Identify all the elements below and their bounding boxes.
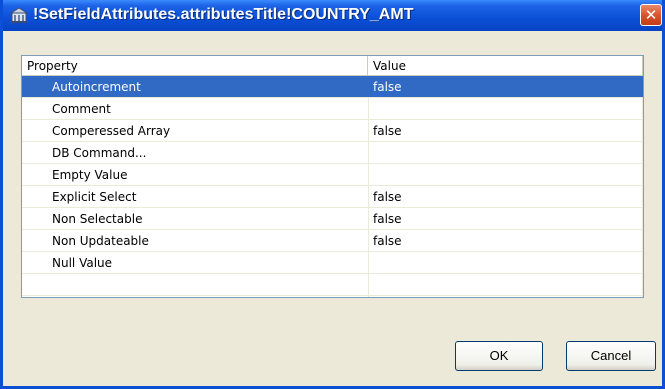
property-cell: Comperessed Array: [52, 124, 171, 138]
property-cell: Explicit Select: [52, 190, 137, 204]
ok-button[interactable]: OK: [455, 341, 543, 371]
table-row[interactable]: DB Command...: [22, 142, 643, 164]
table-row[interactable]: [22, 274, 643, 296]
title-bar[interactable]: !SetFieldAttributes.attributesTitle!COUN…: [3, 0, 662, 31]
property-cell: Null Value: [52, 256, 113, 270]
property-cell: DB Command...: [52, 146, 147, 160]
table-row[interactable]: Non Selectable false: [22, 208, 643, 230]
property-cell: Non Selectable: [52, 212, 143, 226]
table-row[interactable]: Empty Value: [22, 164, 643, 186]
property-cell: Autoincrement: [52, 80, 141, 94]
value-cell[interactable]: false: [373, 76, 402, 98]
table-row[interactable]: Explicit Select false: [22, 186, 643, 208]
property-cell: Comment: [52, 102, 111, 116]
column-header-value[interactable]: Value: [368, 56, 643, 76]
close-icon: ✕: [644, 6, 658, 24]
property-cell: Non Updateable: [52, 234, 149, 248]
app-building-icon: [10, 7, 28, 23]
table-row[interactable]: Non Updateable false: [22, 230, 643, 252]
table-row[interactable]: Comment: [22, 98, 643, 120]
value-cell[interactable]: false: [373, 120, 402, 142]
table-row[interactable]: Null Value: [22, 252, 643, 274]
value-cell[interactable]: false: [373, 208, 402, 230]
property-cell: Empty Value: [52, 168, 128, 182]
property-table[interactable]: Property Value Autoincrement false Comment…: [21, 55, 644, 298]
table-row[interactable]: Comperessed Array false: [22, 120, 643, 142]
window-title: !SetFieldAttributes.attributesTitle!COUN…: [33, 6, 414, 23]
column-header-filler: [643, 56, 644, 76]
table-row[interactable]: Autoincrement false: [22, 76, 643, 98]
close-button[interactable]: ✕: [640, 4, 662, 26]
value-cell[interactable]: false: [373, 230, 402, 252]
dialog-window: !SetFieldAttributes.attributesTitle!COUN…: [0, 0, 665, 389]
cancel-button[interactable]: Cancel: [566, 341, 656, 371]
column-header-property[interactable]: Property: [22, 56, 368, 76]
value-cell[interactable]: false: [373, 186, 402, 208]
